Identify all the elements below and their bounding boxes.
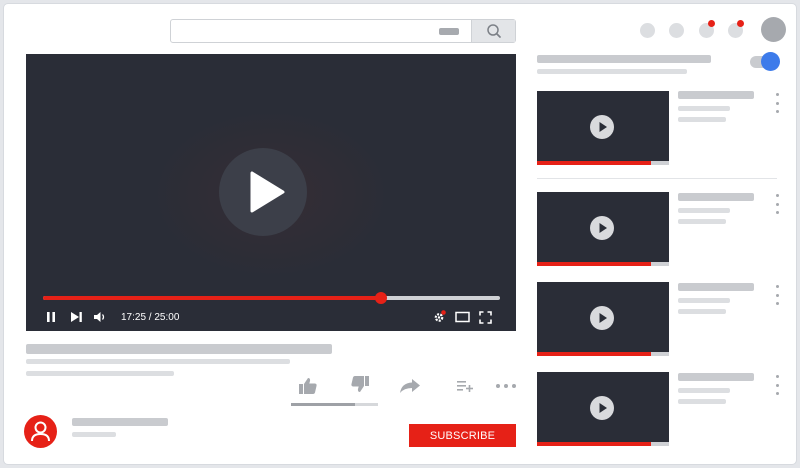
share-icon [400, 379, 420, 393]
apps-icon[interactable] [640, 23, 655, 38]
thumbnail-play-button [590, 306, 614, 330]
search-icon [487, 24, 501, 38]
search-keyboard-chip[interactable] [439, 28, 459, 35]
sidebar-video-channel [678, 106, 730, 111]
add-to-playlist-button[interactable] [454, 376, 476, 396]
alert-badge [737, 20, 744, 27]
like-ratio-fill [291, 403, 356, 406]
dislike-button[interactable] [349, 374, 371, 394]
channel-avatar[interactable] [24, 415, 57, 448]
sidebar-video-views [678, 399, 726, 404]
share-button[interactable] [399, 376, 421, 396]
app-window: 17:25 / 25:00 SUBSCRIBE [4, 4, 796, 464]
sidebar-video-title[interactable] [678, 91, 754, 99]
channel-name[interactable] [72, 418, 168, 426]
add-to-playlist-icon [457, 381, 473, 392]
fullscreen-button[interactable] [477, 309, 493, 325]
fullscreen-icon [478, 310, 492, 324]
more-icon [496, 384, 516, 388]
sidebar-video-menu[interactable] [774, 194, 780, 214]
up-next-subheading [537, 69, 687, 74]
sidebar-video-views [678, 117, 726, 122]
notifications-icon[interactable] [699, 20, 715, 38]
theater-mode-button[interactable] [453, 309, 471, 325]
sidebar-video-thumbnail[interactable] [537, 91, 669, 165]
more-actions-button[interactable] [494, 376, 518, 396]
thumbnail-play-button [590, 396, 614, 420]
seek-handle[interactable] [375, 292, 388, 304]
sidebar-video-menu[interactable] [774, 375, 780, 395]
video-meta-line [26, 359, 290, 364]
thumbnail-play-button [590, 216, 614, 240]
user-icon [31, 421, 50, 442]
settings-icon [434, 310, 446, 322]
volume-button[interactable] [92, 309, 108, 325]
account-avatar[interactable] [761, 17, 786, 42]
notification-badge [708, 20, 715, 27]
big-play-button[interactable] [219, 148, 307, 236]
sidebar-video-channel [678, 298, 730, 303]
like-icon [299, 378, 317, 394]
pause-button[interactable] [43, 309, 59, 325]
subscribe-button[interactable]: SUBSCRIBE [409, 424, 516, 447]
sidebar-video-thumbnail[interactable] [537, 372, 669, 446]
watch-progress [537, 161, 651, 165]
play-icon [599, 223, 607, 233]
sidebar-video-thumbnail[interactable] [537, 282, 669, 356]
play-icon [599, 313, 607, 323]
sidebar-video-title[interactable] [678, 193, 754, 201]
like-button[interactable] [297, 376, 319, 396]
watch-progress [537, 442, 651, 446]
sidebar-video-views [678, 309, 726, 314]
sidebar-video-thumbnail[interactable] [537, 192, 669, 266]
seek-bar-played [43, 296, 382, 300]
video-meta-line [26, 371, 174, 376]
play-icon [599, 403, 607, 413]
sidebar-divider [537, 178, 777, 179]
autoplay-toggle[interactable] [750, 52, 780, 71]
video-player[interactable]: 17:25 / 25:00 [26, 54, 516, 331]
volume-icon [94, 312, 105, 322]
sidebar-video-title[interactable] [678, 373, 754, 381]
pause-icon [47, 312, 55, 322]
search-button[interactable] [471, 20, 515, 42]
sidebar-video-views [678, 219, 726, 224]
autoplay-toggle-knob [761, 52, 780, 71]
seek-bar[interactable] [43, 292, 500, 304]
sidebar-video-title[interactable] [678, 283, 754, 291]
next-icon [70, 312, 82, 322]
sidebar-video-menu[interactable] [774, 285, 780, 305]
sidebar-video-channel [678, 388, 730, 393]
play-icon [250, 171, 285, 213]
sidebar-video-menu[interactable] [774, 93, 780, 113]
sidebar-video-channel [678, 208, 730, 213]
theater-mode-icon [454, 311, 470, 323]
search-input[interactable] [171, 20, 471, 42]
next-button[interactable] [68, 309, 84, 325]
video-title [26, 344, 332, 354]
subscriber-count [72, 432, 116, 437]
alerts-icon[interactable] [728, 20, 744, 38]
up-next-heading [537, 55, 711, 63]
watch-progress [537, 262, 651, 266]
search-bar [170, 19, 516, 43]
messages-icon[interactable] [669, 23, 684, 38]
play-icon [599, 122, 607, 132]
settings-button[interactable] [431, 309, 447, 325]
time-display: 17:25 / 25:00 [121, 312, 180, 323]
watch-progress [537, 352, 651, 356]
thumbnail-play-button [590, 115, 614, 139]
dislike-icon [351, 376, 369, 392]
like-ratio-bar [291, 403, 378, 406]
